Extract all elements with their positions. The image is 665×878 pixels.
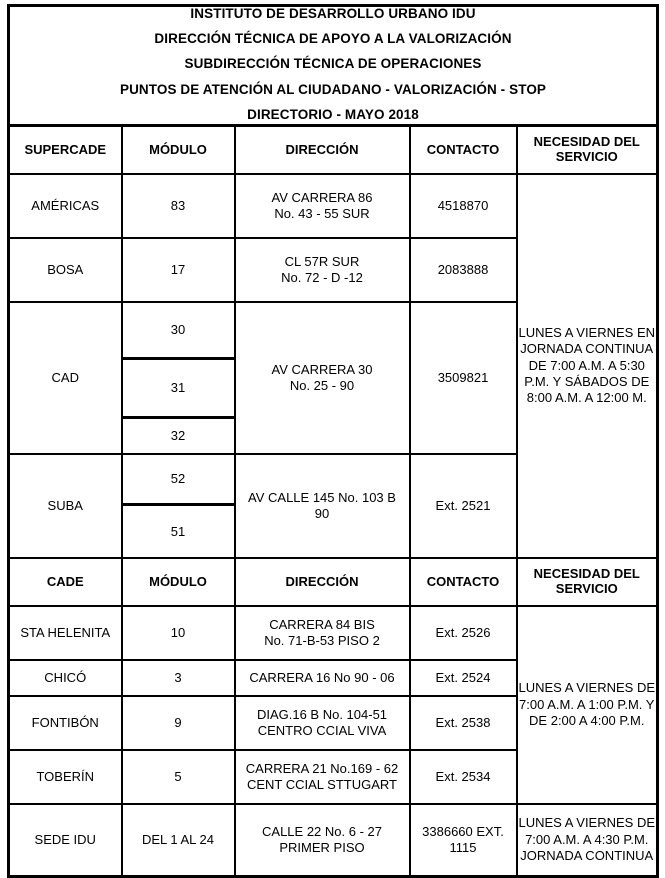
address-line-1: CARRERA 21 No.169 - 62 [245, 761, 399, 777]
address-line-1: AV CARRERA 86 [271, 190, 373, 206]
supercade-module: 51 [170, 523, 186, 539]
table-row: AMÉRICAS 83 AV CARRERA 86 No. 43 - 55 SU… [7, 172, 659, 559]
cade-header-row: CADE MÓDULO DIRECCIÓN CONTACTO NECESIDAD… [7, 556, 659, 607]
cade-name: TOBERÍN [7, 748, 123, 805]
sede-name: SEDE IDU [7, 802, 123, 878]
address-line-2: No. 71-B-53 PISO 2 [264, 632, 380, 648]
address-line-2: CENT CCIAL STTUGART [246, 776, 397, 792]
cade-address: CARRERA 21 No.169 - 62 CENT CCIAL STTUGA… [233, 748, 411, 805]
contact-line-2: 1115 [449, 839, 477, 855]
header-modulo: MÓDULO [120, 556, 236, 607]
cade-contact: Ext. 2526 [408, 604, 518, 661]
supercade-contact: 3509821 [408, 300, 518, 455]
address-line-1: AV CARRERA 30 [271, 362, 373, 378]
address-line-1: CL 57R SUR [284, 254, 360, 270]
supercade-contact: 2083888 [408, 236, 518, 303]
title-block: INSTITUTO DE DESARROLLO URBANO IDU DIREC… [8, 5, 658, 127]
supercade-name: AMÉRICAS [7, 172, 123, 239]
address-line-2: No. 25 - 90 [289, 377, 355, 393]
table-row: STA HELENITA 10 CARRERA 84 BIS No. 71-B-… [7, 604, 659, 805]
address-line-2: No. 43 - 55 SUR [274, 205, 370, 221]
sede-address: CALLE 22 No. 6 - 27 PRIMER PISO [233, 802, 411, 878]
cade-service-note: LUNES A VIERNES DE 7:00 A.M. A 1:00 P.M.… [515, 604, 659, 805]
cade-contact: Ext. 2524 [408, 658, 518, 697]
address-line-2: 90 [314, 505, 330, 521]
supercade-header-row: SUPERCADE MÓDULO DIRECCIÓN CONTACTO NECE… [7, 124, 659, 175]
header-modulo: MÓDULO [120, 124, 236, 175]
address-line-1: CALLE 22 No. 6 - 27 [262, 824, 382, 840]
title-block-row: INSTITUTO DE DESARROLLO URBANO IDU DIREC… [8, 5, 658, 127]
contact-line-1: 3386660 EXT. [422, 824, 504, 840]
header-necesidad-del-servicio: NECESIDAD DEL SERVICIO [515, 124, 659, 175]
document-page: INSTITUTO DE DESARROLLO URBANO IDU DIREC… [0, 0, 665, 878]
supercade-name: CAD [7, 300, 123, 455]
supercade-module-stack: 52 51 [120, 452, 236, 559]
address-line-2: No. 72 - D -12 [281, 269, 363, 285]
supercade-module: 83 [120, 172, 236, 239]
address-line-1: DIAG.16 B No. 104-51 [256, 707, 388, 723]
cade-address: DIAG.16 B No. 104-51 CENTRO CCIAL VIVA [233, 694, 411, 751]
title-line-2: DIRECCIÓN TÉCNICA DE APOYO A LA VALORIZA… [154, 31, 512, 47]
cade-contact: Ext. 2534 [408, 748, 518, 805]
title-line-1: INSTITUTO DE DESARROLLO URBANO IDU [190, 6, 476, 21]
supercade-module: 17 [120, 236, 236, 303]
supercade-service-note: LUNES A VIERNES EN JORNADA CONTINUA DE 7… [515, 172, 659, 559]
supercade-module-stack: 30 31 32 [120, 300, 236, 455]
address-line-2: CENTRO CCIAL VIVA [257, 722, 387, 738]
supercade-address: AV CALLE 145 No. 103 B 90 [233, 452, 411, 559]
title-line-3: SUBDIRECCIÓN TÉCNICA DE OPERACIONES [184, 56, 482, 72]
header-direccion: DIRECCIÓN [233, 556, 411, 607]
directory-table: INSTITUTO DE DESARROLLO URBANO IDU DIREC… [7, 4, 659, 878]
title-line-5: DIRECTORIO - MAYO 2018 [247, 106, 419, 122]
supercade-module: 32 [170, 428, 186, 444]
supercade-address: CL 57R SUR No. 72 - D -12 [233, 236, 411, 303]
header-contacto: CONTACTO [408, 556, 518, 607]
sede-service-note: LUNES A VIERNES DE 7:00 A.M. A 4:30 P.M.… [515, 802, 659, 878]
address-line-1: CARRERA 84 BIS [269, 617, 375, 633]
supercade-contact: Ext. 2521 [408, 452, 518, 559]
supercade-name: BOSA [7, 236, 123, 303]
sede-module: DEL 1 AL 24 [120, 802, 236, 878]
cade-module: 10 [120, 604, 236, 661]
cade-module: 9 [120, 694, 236, 751]
address-line-1: AV CALLE 145 No. 103 B [248, 490, 396, 506]
sede-contact: 3386660 EXT. 1115 [408, 802, 518, 878]
cade-module: 5 [120, 748, 236, 805]
header-direccion: DIRECCIÓN [233, 124, 411, 175]
supercade-contact: 4518870 [408, 172, 518, 239]
supercade-module: 31 [122, 358, 234, 419]
supercade-module: 30 [122, 302, 234, 360]
module-substack: 52 51 [122, 454, 234, 557]
supercade-address: AV CARRERA 86 No. 43 - 55 SUR [233, 172, 411, 239]
header-necesidad-del-servicio: NECESIDAD DEL SERVICIO [515, 556, 659, 607]
cade-name: FONTIBÓN [7, 694, 123, 751]
title-line-4: PUNTOS DE ATENCIÓN AL CIUDADANO - VALORI… [119, 81, 547, 97]
address-line-1: CARRERA 16 No 90 - 06 [249, 670, 395, 686]
cade-contact: Ext. 2538 [408, 694, 518, 751]
address-line-2: PRIMER PISO [279, 839, 365, 855]
cade-address: CARRERA 16 No 90 - 06 [233, 658, 411, 697]
table-row: SEDE IDU DEL 1 AL 24 CALLE 22 No. 6 - 27… [7, 802, 659, 878]
cade-name: STA HELENITA [7, 604, 123, 661]
cade-module: 3 [120, 658, 236, 697]
supercade-module: 52 [122, 454, 234, 506]
header-supercade: SUPERCADE [7, 124, 123, 175]
supercade-address: AV CARRERA 30 No. 25 - 90 [233, 300, 411, 455]
supercade-name: SUBA [7, 452, 123, 559]
header-contacto: CONTACTO [408, 124, 518, 175]
cade-name: CHICÓ [7, 658, 123, 697]
cade-address: CARRERA 84 BIS No. 71-B-53 PISO 2 [233, 604, 411, 661]
module-substack: 30 31 32 [122, 302, 234, 453]
header-cade: CADE [7, 556, 123, 607]
